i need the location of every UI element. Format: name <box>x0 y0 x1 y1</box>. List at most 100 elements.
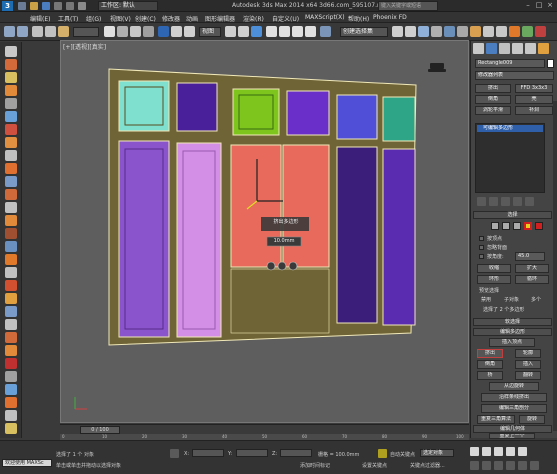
menu-animation[interactable]: 动画 <box>186 14 198 23</box>
outline-button[interactable]: 轮廓 <box>515 349 541 358</box>
edit-geometry-rollout[interactable]: 编辑几何体 <box>473 425 552 433</box>
play-start-icon[interactable] <box>470 447 479 456</box>
spinner-snap-icon[interactable] <box>305 26 316 37</box>
edit-triangulation-button[interactable]: 编辑三角剖分 <box>481 404 547 413</box>
extrude-button[interactable]: 挤出 <box>477 349 503 358</box>
vray-frame-icon[interactable] <box>535 26 546 37</box>
maximize-button[interactable]: □ <box>534 1 544 10</box>
set-key-button[interactable]: 设置关键点 <box>362 462 387 469</box>
save-file-icon[interactable] <box>42 2 50 10</box>
border-level-icon[interactable] <box>513 222 521 230</box>
insert-vertex-button[interactable]: 插入顶点 <box>489 338 535 347</box>
tool-m-icon[interactable] <box>5 202 17 213</box>
pivot-center-icon[interactable] <box>225 26 236 37</box>
maxscript-listener[interactable]: 欢迎使用 MAXSc <box>2 459 52 467</box>
search-input[interactable]: 键入关键字或短语 <box>378 1 438 11</box>
by-vertex-checkbox[interactable] <box>479 236 484 241</box>
tool-c-icon[interactable] <box>5 72 17 83</box>
make-unique-icon[interactable] <box>501 197 510 206</box>
tool-g-icon[interactable] <box>5 124 17 135</box>
graphite-icon[interactable] <box>431 26 442 37</box>
select-by-name-icon[interactable] <box>117 26 128 37</box>
hinge-from-edge-button[interactable]: 从边旋转 <box>489 382 539 391</box>
menu-view[interactable]: 视图(V) <box>110 14 131 23</box>
tab-motion-icon[interactable] <box>512 43 523 54</box>
tool-f-icon[interactable] <box>5 111 17 122</box>
key-mode-icon[interactable] <box>378 449 387 458</box>
bridge-button[interactable]: 桥 <box>477 371 503 380</box>
shrink-button[interactable]: 收缩 <box>477 264 511 273</box>
lock-selection-icon[interactable] <box>170 449 179 458</box>
time-slider[interactable]: 0 / 100 <box>60 424 469 434</box>
grow-button[interactable]: 扩大 <box>515 264 549 273</box>
tab-display-icon[interactable] <box>525 43 536 54</box>
tool-h-icon[interactable] <box>5 137 17 148</box>
object-name-field[interactable]: Rectangle009 <box>475 59 545 68</box>
vertex-level-icon[interactable] <box>491 222 499 230</box>
zoom-all-icon[interactable] <box>482 461 491 470</box>
orbit-icon[interactable] <box>518 461 527 470</box>
edit-named-sets-icon[interactable] <box>320 26 331 37</box>
minimize-button[interactable]: – <box>523 1 533 10</box>
project-folder-icon[interactable] <box>78 2 86 10</box>
viewcube[interactable] <box>428 63 446 72</box>
tab-create-icon[interactable] <box>473 43 484 54</box>
schematic-view-icon[interactable] <box>457 26 468 37</box>
rect-selection-icon[interactable] <box>130 26 141 37</box>
retriangulate-button[interactable]: 重复三角算法 <box>477 415 515 424</box>
element-level-icon[interactable] <box>535 222 543 230</box>
open-file-icon[interactable] <box>30 2 38 10</box>
undo-icon[interactable] <box>4 26 15 37</box>
menu-rendering[interactable]: 渲染(R) <box>243 14 264 23</box>
key-filters-button[interactable]: 关键点过滤器... <box>410 462 445 469</box>
extrude-along-spline-button[interactable]: 沿样条线挤出 <box>481 393 547 402</box>
rendered-frame-icon[interactable] <box>496 26 507 37</box>
menu-maxscript[interactable]: MAXScript(X) <box>305 14 345 21</box>
zoom-extents-icon[interactable] <box>494 461 503 470</box>
pin-stack-icon[interactable] <box>477 197 486 206</box>
tool-j-icon[interactable] <box>5 163 17 174</box>
menu-group[interactable]: 组(G) <box>86 14 101 23</box>
close-button[interactable]: × <box>545 1 555 10</box>
material-editor-icon[interactable] <box>470 26 481 37</box>
maximize-viewport-icon[interactable] <box>530 461 539 470</box>
selection-rollout-header[interactable]: 选择 <box>473 211 552 219</box>
menu-customize[interactable]: 自定义(U) <box>272 14 299 23</box>
tab-hierarchy-icon[interactable] <box>499 43 510 54</box>
caddy-value[interactable]: 10.0mm <box>268 238 300 244</box>
by-angle-checkbox[interactable] <box>479 254 484 259</box>
tool-ab-icon[interactable] <box>5 397 17 408</box>
tool-z-icon[interactable] <box>5 371 17 382</box>
turn-button[interactable]: 旋转 <box>519 415 545 424</box>
redo-icon[interactable] <box>66 2 74 10</box>
tool-ad-icon[interactable] <box>5 423 17 434</box>
snap-toggle-icon[interactable] <box>266 26 277 37</box>
selection-filter-dropdown[interactable] <box>73 27 99 37</box>
tool-d-icon[interactable] <box>5 85 17 96</box>
mirror-icon[interactable] <box>392 26 403 37</box>
edit-polygons-rollout[interactable]: 编辑多边形 <box>473 328 552 336</box>
next-frame-icon[interactable] <box>506 447 515 456</box>
selected-object-dropdown[interactable]: 选定对象 <box>420 449 454 457</box>
undo-icon[interactable] <box>54 2 62 10</box>
turbosmooth-mod-button[interactable]: 涡轮平滑 <box>475 106 511 115</box>
percent-snap-icon[interactable] <box>292 26 303 37</box>
z-coord-field[interactable] <box>280 449 312 457</box>
tool-k-icon[interactable] <box>5 176 17 187</box>
render-production-icon[interactable] <box>509 26 520 37</box>
bind-spacewarp-icon[interactable] <box>58 26 69 37</box>
bevel-mod-button[interactable]: 倒角 <box>475 95 511 104</box>
ffd-mod-button[interactable]: FFD 3x3x3 <box>515 84 553 93</box>
bevel-button[interactable]: 倒角 <box>477 360 503 369</box>
tool-b-icon[interactable] <box>5 59 17 70</box>
align-icon[interactable] <box>405 26 416 37</box>
object-color-swatch[interactable] <box>547 59 554 68</box>
tool-e-icon[interactable] <box>5 98 17 109</box>
add-time-tag[interactable]: 添加时间标记 <box>300 462 330 469</box>
tool-y-icon[interactable] <box>5 358 17 369</box>
x-coord-field[interactable] <box>192 449 224 457</box>
window-crossing-icon[interactable] <box>143 26 154 37</box>
flip-button[interactable]: 翻转 <box>515 371 541 380</box>
named-selection-dropdown[interactable]: 创建选择集 <box>340 27 388 37</box>
extrude-mod-button[interactable]: 挤出 <box>475 84 511 93</box>
